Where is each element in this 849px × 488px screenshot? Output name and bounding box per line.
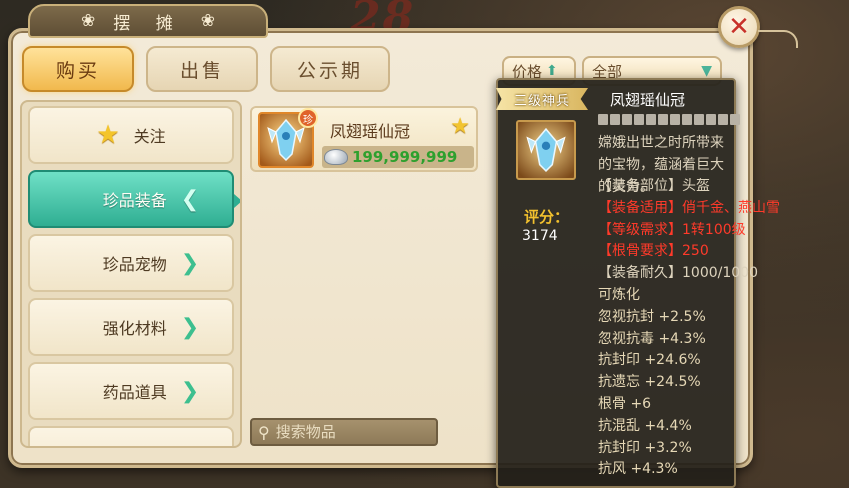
category-label: 药品道具	[102, 383, 167, 402]
chevron-right-icon: ❯	[180, 378, 200, 404]
helmet-icon: 珍	[258, 108, 318, 168]
attribute-line: 抗遗忘 +24.5%	[598, 374, 701, 391]
tab-publicity[interactable]: 公示期	[270, 46, 390, 92]
tooltip-item-name: 凤翅瑶仙冠	[610, 91, 686, 109]
attribute-line: 忽视抗毒 +4.3%	[598, 330, 706, 347]
category-item-partial[interactable]	[28, 426, 234, 446]
search-bar[interactable]: ⚲	[250, 418, 438, 446]
attribute-line: 根骨 +6	[598, 395, 652, 412]
window-title-tab: ❀ 摆 摊 ❀	[28, 4, 268, 38]
tab-sell[interactable]: 出售	[146, 46, 258, 92]
chevron-down-icon: ▼	[701, 63, 712, 79]
category-item-enhance-materials[interactable]: 强化材料 ❯	[28, 298, 234, 356]
item-card[interactable]: 珍 凤翅瑶仙冠 ★ 199,999,999	[250, 106, 478, 172]
star-icon[interactable]: ★	[450, 114, 470, 139]
item-grid: 珍 凤翅瑶仙冠 ★ 199,999,999	[246, 100, 494, 410]
chevron-left-icon: ❮	[180, 186, 200, 212]
close-button[interactable]: ✕	[718, 6, 760, 48]
category-item-medicine-props[interactable]: 药品道具 ❯	[28, 362, 234, 420]
decorative-curl	[758, 30, 798, 48]
attribute-line: 抗封印 +3.2%	[598, 439, 692, 456]
attribute-line: 抗风 +4.3%	[598, 461, 678, 478]
silver-ingot-icon	[324, 149, 348, 165]
score-value: 3174	[522, 228, 558, 244]
item-detail-tooltip: 三级神兵 凤翅瑶仙冠 嫦娥出世之时所带来的宝物，蕴涵着巨大的灵力。 评分： 31…	[496, 78, 780, 488]
attribute-line: 【等级需求】1转100级	[598, 221, 746, 238]
close-icon: ✕	[728, 12, 750, 42]
attribute-line: 【装备耐久】1000/1000	[598, 265, 758, 282]
category-item-rare-pets[interactable]: 珍品宠物 ❯	[28, 234, 234, 292]
attribute-line: 【根骨要求】250	[598, 243, 709, 260]
title-ornament-left-icon: ❀	[81, 11, 96, 31]
attribute-list: 【装备部位】头盔【装备适用】俏千金、燕山雪 【等级需求】1转100级 【根骨要求】2…	[598, 176, 780, 481]
category-label: 珍品宠物	[102, 255, 167, 274]
item-price: 199,999,999	[352, 148, 458, 166]
search-icon: ⚲	[258, 422, 270, 442]
attribute-line: 【装备适用】俏千金、燕山雪	[598, 199, 780, 216]
window-title: 摆 摊	[113, 13, 183, 34]
rating-pips	[598, 114, 740, 125]
rare-badge: 珍	[298, 108, 318, 128]
category-label: 珍品装备	[102, 191, 167, 210]
search-input[interactable]	[275, 423, 426, 441]
chevron-right-icon: ❯	[180, 250, 200, 276]
chevron-right-icon: ❯	[180, 314, 200, 340]
attribute-line: 【装备部位】头盔	[598, 178, 710, 194]
category-item-rare-equipment[interactable]: 珍品装备 ❮	[28, 170, 240, 228]
attribute-line: 忽视抗封 +2.5%	[598, 308, 706, 325]
category-list[interactable]: ★ 关注 珍品装备 ❮ 珍品宠物 ❯ 强化材料 ❯ 药品道具 ❯	[20, 100, 242, 448]
category-label: 关注	[133, 127, 166, 146]
star-icon: ★	[96, 120, 120, 150]
arrow-up-icon: ⬆	[546, 63, 558, 79]
attribute-line: 抗混乱 +4.4%	[598, 417, 692, 434]
score-label: 评分：	[524, 208, 570, 226]
tier-ribbon: 三级神兵	[496, 88, 588, 110]
price-bar: 199,999,999	[322, 146, 474, 168]
category-item-follow[interactable]: ★ 关注	[28, 106, 234, 164]
title-ornament-right-icon: ❀	[200, 11, 215, 31]
helmet-icon	[516, 120, 576, 180]
category-label: 强化材料	[102, 319, 167, 338]
tab-buy[interactable]: 购买	[22, 46, 134, 92]
attribute-line: 抗封印 +24.6%	[598, 352, 701, 369]
attribute-line: 可炼化	[598, 286, 640, 303]
item-name: 凤翅瑶仙冠	[330, 122, 411, 141]
